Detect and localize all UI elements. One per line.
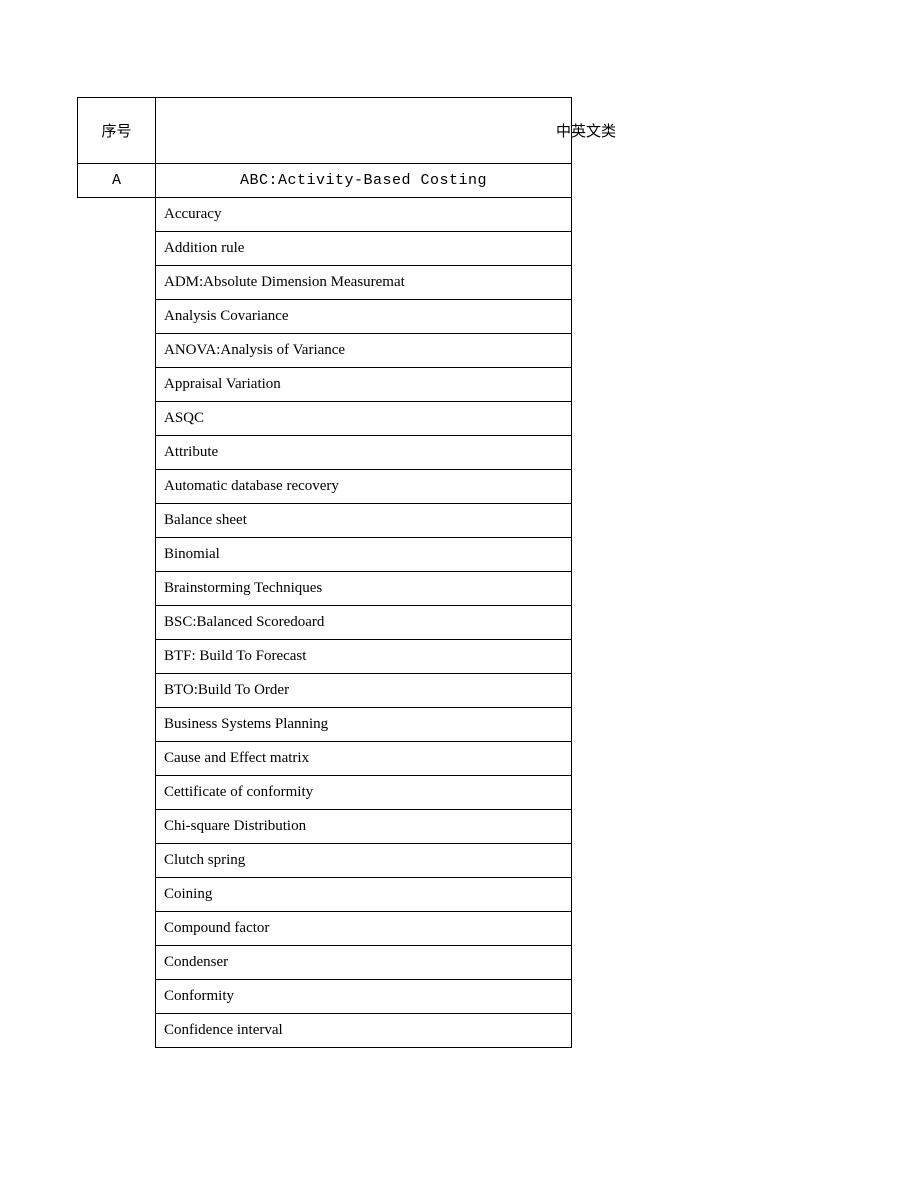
table-row: Balance sheet <box>155 504 572 538</box>
data-rows-container: Accuracy Addition rule ADM:Absolute Dime… <box>155 198 572 1048</box>
table-row: Confidence interval <box>155 1014 572 1048</box>
table-header-row: 序号 中英文类 <box>77 97 572 163</box>
section-label: A <box>78 164 156 198</box>
table-row: Automatic database recovery <box>155 470 572 504</box>
table-row: Attribute <box>155 436 572 470</box>
table-row: BTO:Build To Order <box>155 674 572 708</box>
table-row: ADM:Absolute Dimension Measuremat <box>155 266 572 300</box>
table-row: Business Systems Planning <box>155 708 572 742</box>
table-row: Accuracy <box>155 198 572 232</box>
table-row: Coining <box>155 878 572 912</box>
header-content-label: 中英文类 <box>156 98 571 163</box>
table-row: Appraisal Variation <box>155 368 572 402</box>
table-row: BSC:Balanced Scoredoard <box>155 606 572 640</box>
table-row: Binomial <box>155 538 572 572</box>
document-table: 序号 中英文类 A ABC:Activity-Based Costing Acc… <box>77 97 572 1048</box>
section-first-entry: ABC:Activity-Based Costing <box>156 164 571 198</box>
table-row: ANOVA:Analysis of Variance <box>155 334 572 368</box>
table-row: Clutch spring <box>155 844 572 878</box>
table-row: Analysis Covariance <box>155 300 572 334</box>
table-row: Conformity <box>155 980 572 1014</box>
table-row: BTF: Build To Forecast <box>155 640 572 674</box>
table-row: ASQC <box>155 402 572 436</box>
table-row: Compound factor <box>155 912 572 946</box>
table-row: Chi-square Distribution <box>155 810 572 844</box>
table-row: Addition rule <box>155 232 572 266</box>
table-row: Cettificate of conformity <box>155 776 572 810</box>
section-row: A ABC:Activity-Based Costing <box>77 163 572 198</box>
table-row: Cause and Effect matrix <box>155 742 572 776</box>
header-sequence-number: 序号 <box>78 98 156 163</box>
table-row: Condenser <box>155 946 572 980</box>
table-row: Brainstorming Techniques <box>155 572 572 606</box>
header-content-text: 中英文类 <box>556 120 616 141</box>
